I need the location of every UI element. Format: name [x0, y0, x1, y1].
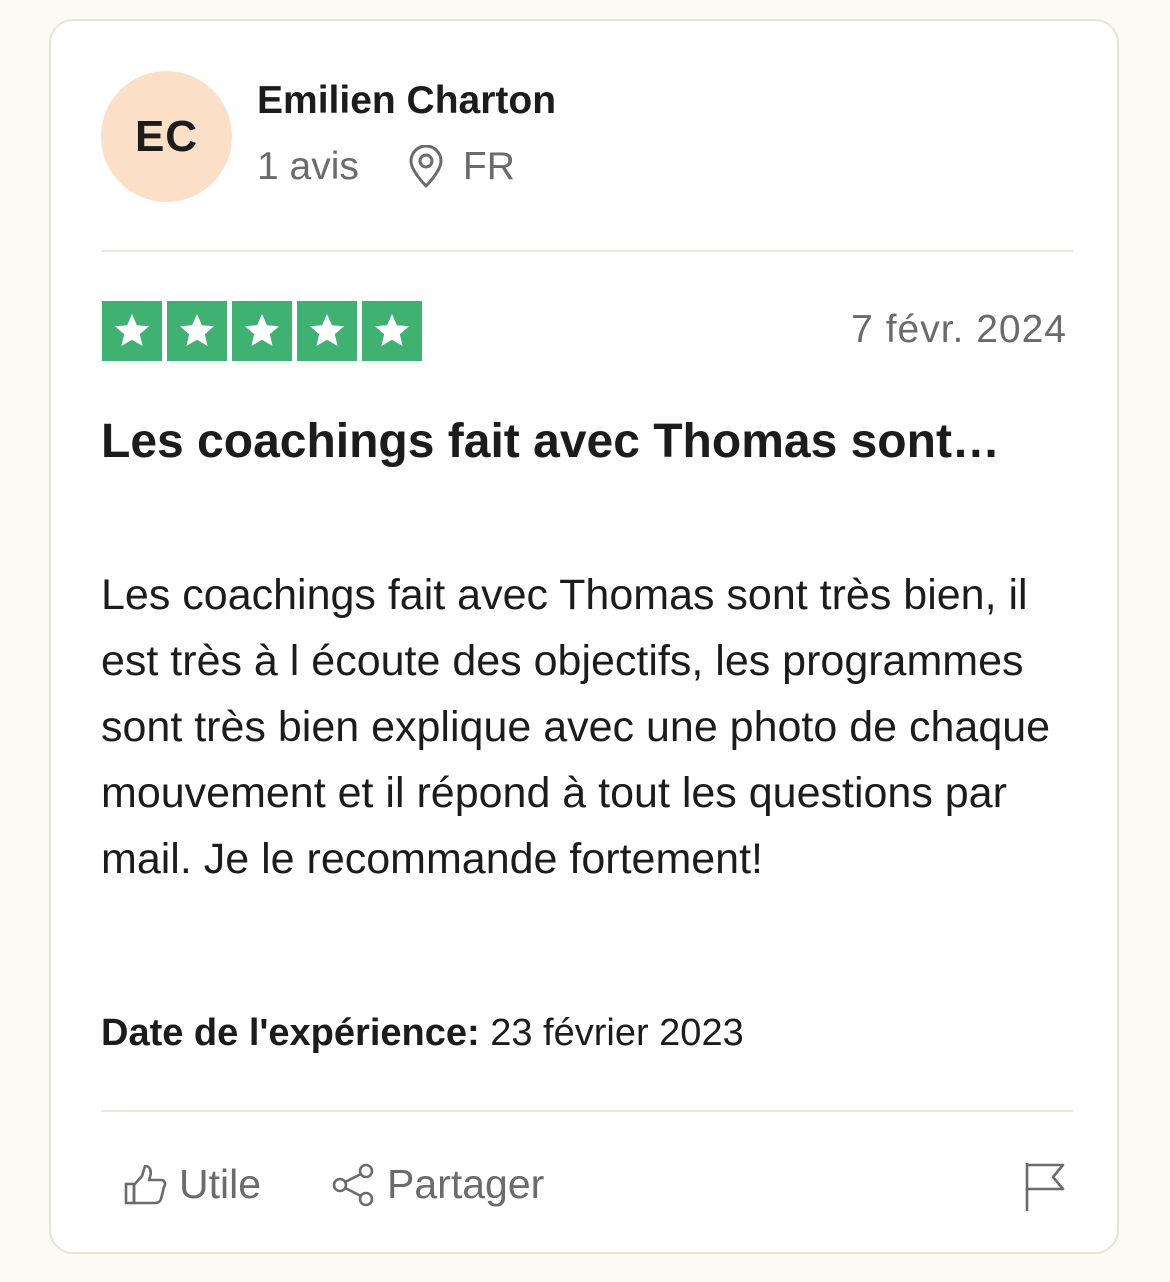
thumbs-up-icon [123, 1162, 169, 1208]
star-icon [362, 301, 422, 361]
star-rating [102, 301, 422, 361]
star-icon [297, 301, 357, 361]
review-count: 1 avis [257, 145, 359, 188]
star-icon [167, 301, 227, 361]
experience-date-value: 23 février 2023 [490, 1012, 744, 1054]
reviewer-name[interactable]: Emilien Charton [257, 79, 556, 123]
avatar[interactable]: EC [101, 71, 232, 202]
review-title[interactable]: Les coachings fait avec Thomas sont… [101, 411, 1001, 473]
experience-date: Date de l'expérience: 23 février 2023 [101, 1012, 744, 1055]
review-card: EC Emilien Charton 1 avis FR 7 févr. 202… [49, 19, 1119, 1254]
reviewer-meta: 1 avis FR [257, 145, 515, 189]
share-icon [331, 1162, 377, 1208]
useful-button[interactable]: Utile [123, 1161, 261, 1208]
experience-date-label: Date de l'expérience: [101, 1012, 480, 1054]
useful-label: Utile [179, 1161, 262, 1207]
divider [101, 1110, 1073, 1112]
divider [101, 250, 1073, 252]
share-button[interactable]: Partager [331, 1161, 544, 1208]
location-pin-icon [407, 145, 445, 189]
flag-icon[interactable] [1023, 1161, 1067, 1213]
reviewer-country: FR [462, 145, 515, 188]
star-icon [102, 301, 162, 361]
review-actions: Utile Partager [123, 1161, 544, 1208]
star-icon [232, 301, 292, 361]
share-label: Partager [387, 1161, 545, 1207]
review-body: Les coachings fait avec Thomas sont très… [101, 571, 1051, 883]
review-date: 7 févr. 2024 [851, 308, 1067, 351]
